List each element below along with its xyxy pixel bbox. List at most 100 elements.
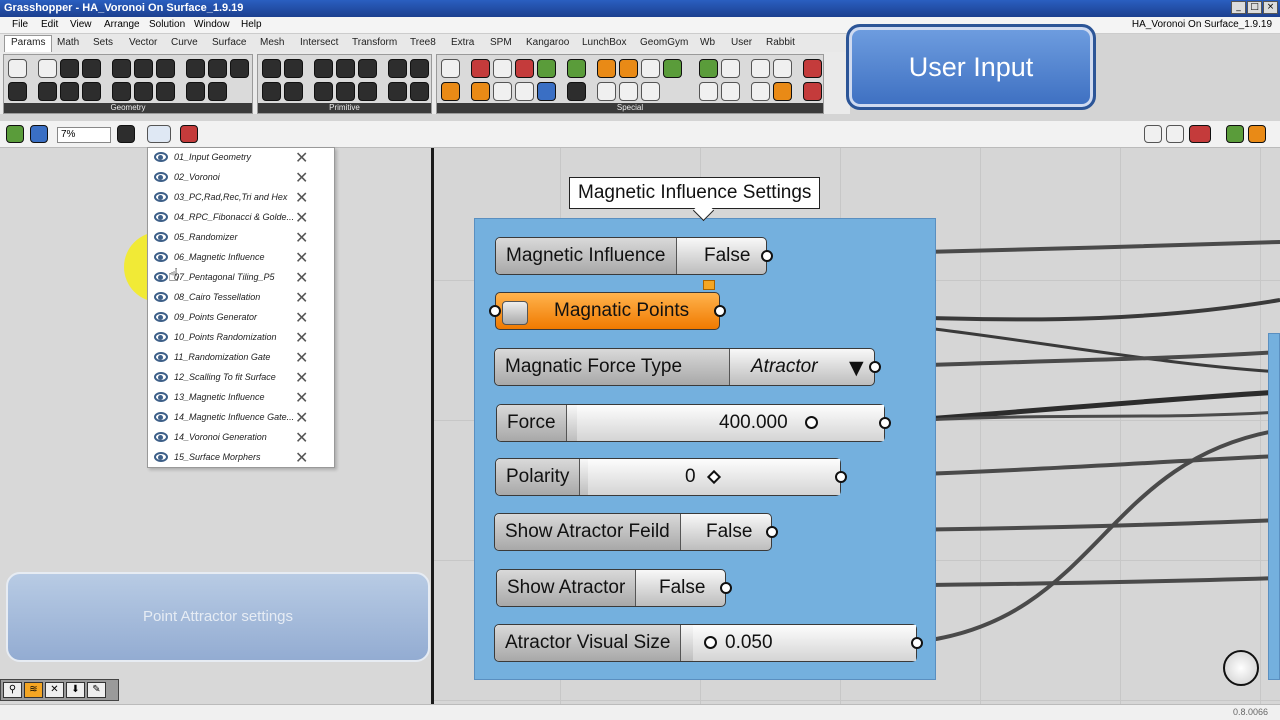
group-param-icon[interactable]	[208, 59, 227, 78]
gate-icon[interactable]	[803, 59, 822, 78]
geometry-param-icon[interactable]	[186, 59, 205, 78]
sketch-pen-icon[interactable]	[180, 125, 198, 143]
close-icon[interactable]: ✕	[295, 428, 308, 447]
eye-icon[interactable]	[154, 372, 168, 382]
slider-grip[interactable]	[704, 636, 717, 649]
culture-param-icon[interactable]	[314, 59, 333, 78]
magnetic-influence-toggle[interactable]: Magnetic Influence False	[495, 237, 773, 275]
list-item[interactable]: 10_Points Randomization ✕	[148, 328, 334, 348]
number-param-icon[interactable]	[262, 82, 281, 101]
output-port[interactable]	[911, 637, 923, 649]
complex-param-icon[interactable]	[410, 59, 429, 78]
open-file-icon[interactable]	[6, 125, 24, 143]
field-param-icon[interactable]	[156, 59, 175, 78]
tab-lunchbox[interactable]: LunchBox	[582, 37, 626, 48]
gradient-control-icon[interactable]	[515, 59, 534, 78]
graph-mapper-icon[interactable]	[619, 59, 638, 78]
minimize-button[interactable]: _	[1231, 1, 1246, 14]
matrix-param-icon[interactable]	[388, 82, 407, 101]
tab-rabbit[interactable]: Rabbit	[766, 37, 795, 48]
quick-graph-icon[interactable]	[641, 59, 660, 78]
zoom-field[interactable]: 7%	[57, 127, 111, 143]
sphere-icon[interactable]	[773, 82, 792, 101]
brep-param-icon[interactable]	[112, 59, 131, 78]
zoom-extents-icon[interactable]	[117, 125, 135, 143]
menu-file[interactable]: File	[12, 19, 28, 30]
list-item[interactable]: 14_Magnetic Influence Gate... ✕	[148, 408, 334, 428]
menu-solution[interactable]: Solution	[149, 19, 185, 30]
close-icon[interactable]: ✕	[295, 148, 308, 167]
sketch-icon[interactable]	[699, 59, 718, 78]
maximize-button[interactable]: □	[1247, 1, 1262, 14]
eye-icon[interactable]	[154, 312, 168, 322]
menu-edit[interactable]: Edit	[41, 19, 58, 30]
curve-param-icon[interactable]	[134, 59, 153, 78]
preview-selected-icon[interactable]	[1226, 125, 1244, 143]
gradient-icon[interactable]	[441, 59, 460, 78]
tab-extra[interactable]: Extra	[451, 37, 474, 48]
md-slider-icon[interactable]	[537, 82, 556, 101]
eye-icon[interactable]	[154, 252, 168, 262]
tab-params[interactable]: Params	[4, 35, 53, 52]
rectangle-param-icon[interactable]	[134, 82, 153, 101]
delete-icon[interactable]: ✕	[45, 682, 64, 698]
data-dam-icon[interactable]	[773, 59, 792, 78]
list-item[interactable]: 08_Cairo Tessellation ✕	[148, 288, 334, 308]
eye-icon[interactable]	[154, 152, 168, 162]
show-atractor-feild-toggle[interactable]: Show Atractor Feild False	[494, 513, 778, 551]
list-item[interactable]: 14_Voronoi Generation ✕	[148, 428, 334, 448]
cone-icon[interactable]	[803, 82, 822, 101]
point-param-icon[interactable]	[8, 59, 27, 78]
eye-icon[interactable]	[154, 232, 168, 242]
domain-param-icon[interactable]	[336, 59, 355, 78]
box-param-icon[interactable]	[82, 59, 101, 78]
panel-icon[interactable]	[493, 82, 512, 101]
wire-display-icon[interactable]: ≋	[24, 682, 43, 698]
eye-icon[interactable]	[154, 212, 168, 222]
close-icon[interactable]: ✕	[295, 268, 308, 287]
polarity-slider[interactable]: Polarity 0	[495, 458, 847, 496]
close-icon[interactable]: ✕	[295, 228, 308, 247]
close-icon[interactable]: ✕	[295, 408, 308, 427]
graph-editor-icon[interactable]	[619, 82, 638, 101]
menu-help[interactable]: Help	[241, 19, 262, 30]
tab-transform[interactable]: Transform	[352, 37, 397, 48]
value-list-icon[interactable]	[663, 59, 682, 78]
list-item[interactable]: 15_Surface Morphers ✕	[148, 448, 334, 468]
colour-swatch-icon[interactable]	[471, 59, 490, 78]
close-icon[interactable]: ✕	[295, 448, 308, 467]
colour-wheel-icon[interactable]	[493, 59, 512, 78]
line-param-icon[interactable]	[230, 59, 249, 78]
show-atractor-toggle[interactable]: Show Atractor False	[496, 569, 732, 607]
close-icon[interactable]: ✕	[295, 288, 308, 307]
tab-tree8[interactable]: Tree8	[410, 37, 436, 48]
dropdown-triangle-icon[interactable]: ▼	[849, 357, 864, 379]
close-icon[interactable]: ✕	[295, 368, 308, 387]
input-port[interactable]	[489, 305, 501, 317]
eye-icon[interactable]	[154, 172, 168, 182]
close-icon[interactable]: ✕	[295, 188, 308, 207]
circle-param-icon[interactable]	[38, 59, 57, 78]
eye-icon[interactable]	[154, 432, 168, 442]
control-knob-icon[interactable]	[567, 82, 586, 101]
tab-geomgym[interactable]: GeomGym	[640, 37, 688, 48]
list-item[interactable]: 05_Randomizer ✕	[148, 228, 334, 248]
tab-kangaroo[interactable]: Kangaroo	[526, 37, 569, 48]
eye-icon[interactable]	[154, 452, 168, 462]
named-views-eye-icon[interactable]	[147, 125, 171, 143]
location-param-icon[interactable]	[208, 82, 227, 101]
list-item[interactable]: 11_Randomization Gate ✕	[148, 348, 334, 368]
bake-icon[interactable]: ⬇	[66, 682, 85, 698]
document-preview-icon[interactable]	[1248, 125, 1266, 143]
close-icon[interactable]: ✕	[295, 168, 308, 187]
magnatic-points-param[interactable]: Magnatic Points	[489, 292, 726, 330]
toggle-value[interactable]: False	[706, 521, 752, 543]
tab-sets[interactable]: Sets	[93, 37, 113, 48]
custom-preview-icon[interactable]	[597, 59, 616, 78]
preview-wireframe-icon[interactable]	[1166, 125, 1184, 143]
toggle-value[interactable]: False	[704, 245, 750, 267]
slider-icon[interactable]	[515, 82, 534, 101]
digit-scroller-icon[interactable]	[641, 82, 660, 101]
output-port[interactable]	[879, 417, 891, 429]
param-viewer-icon[interactable]	[537, 59, 556, 78]
